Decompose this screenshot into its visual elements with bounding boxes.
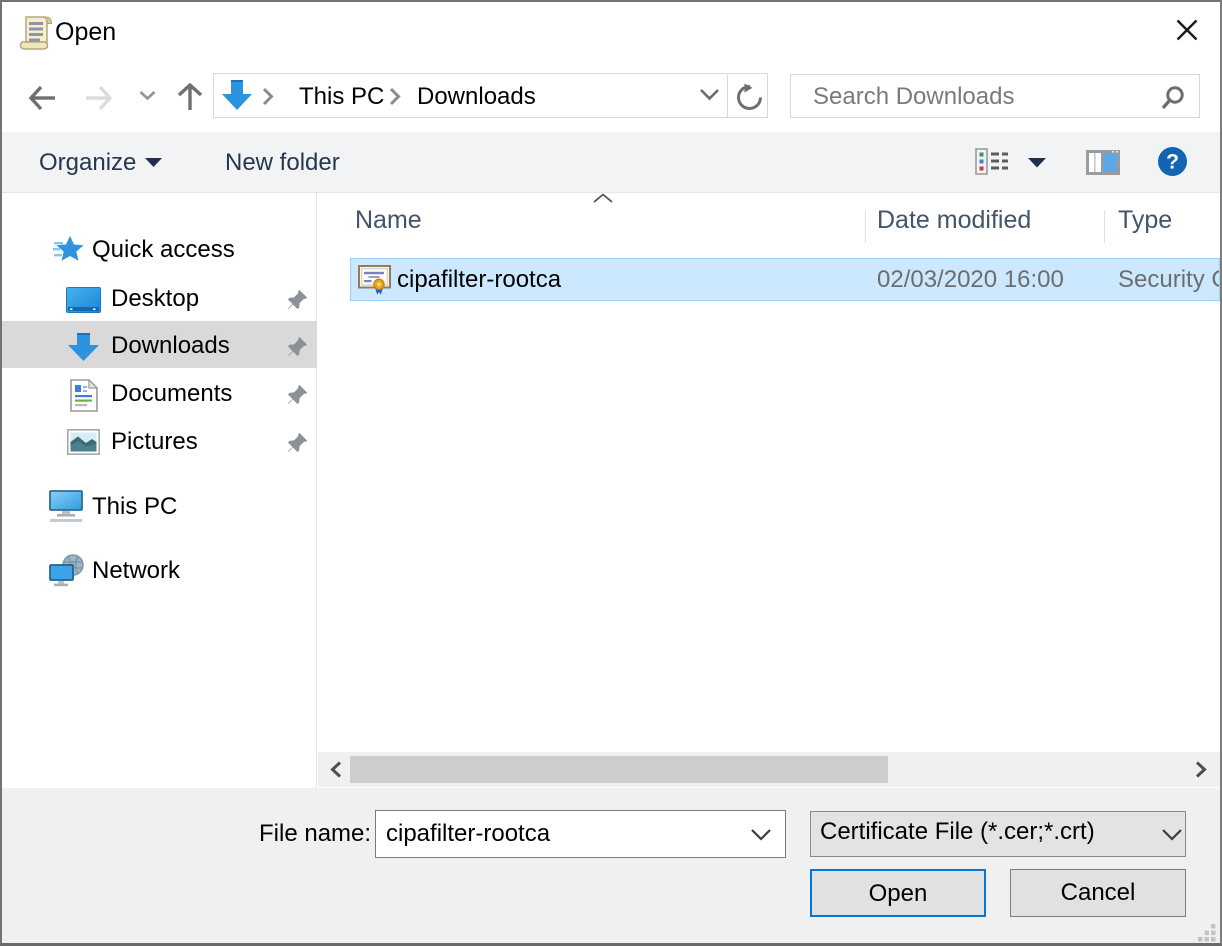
svg-text:?: ? [1166,151,1179,174]
